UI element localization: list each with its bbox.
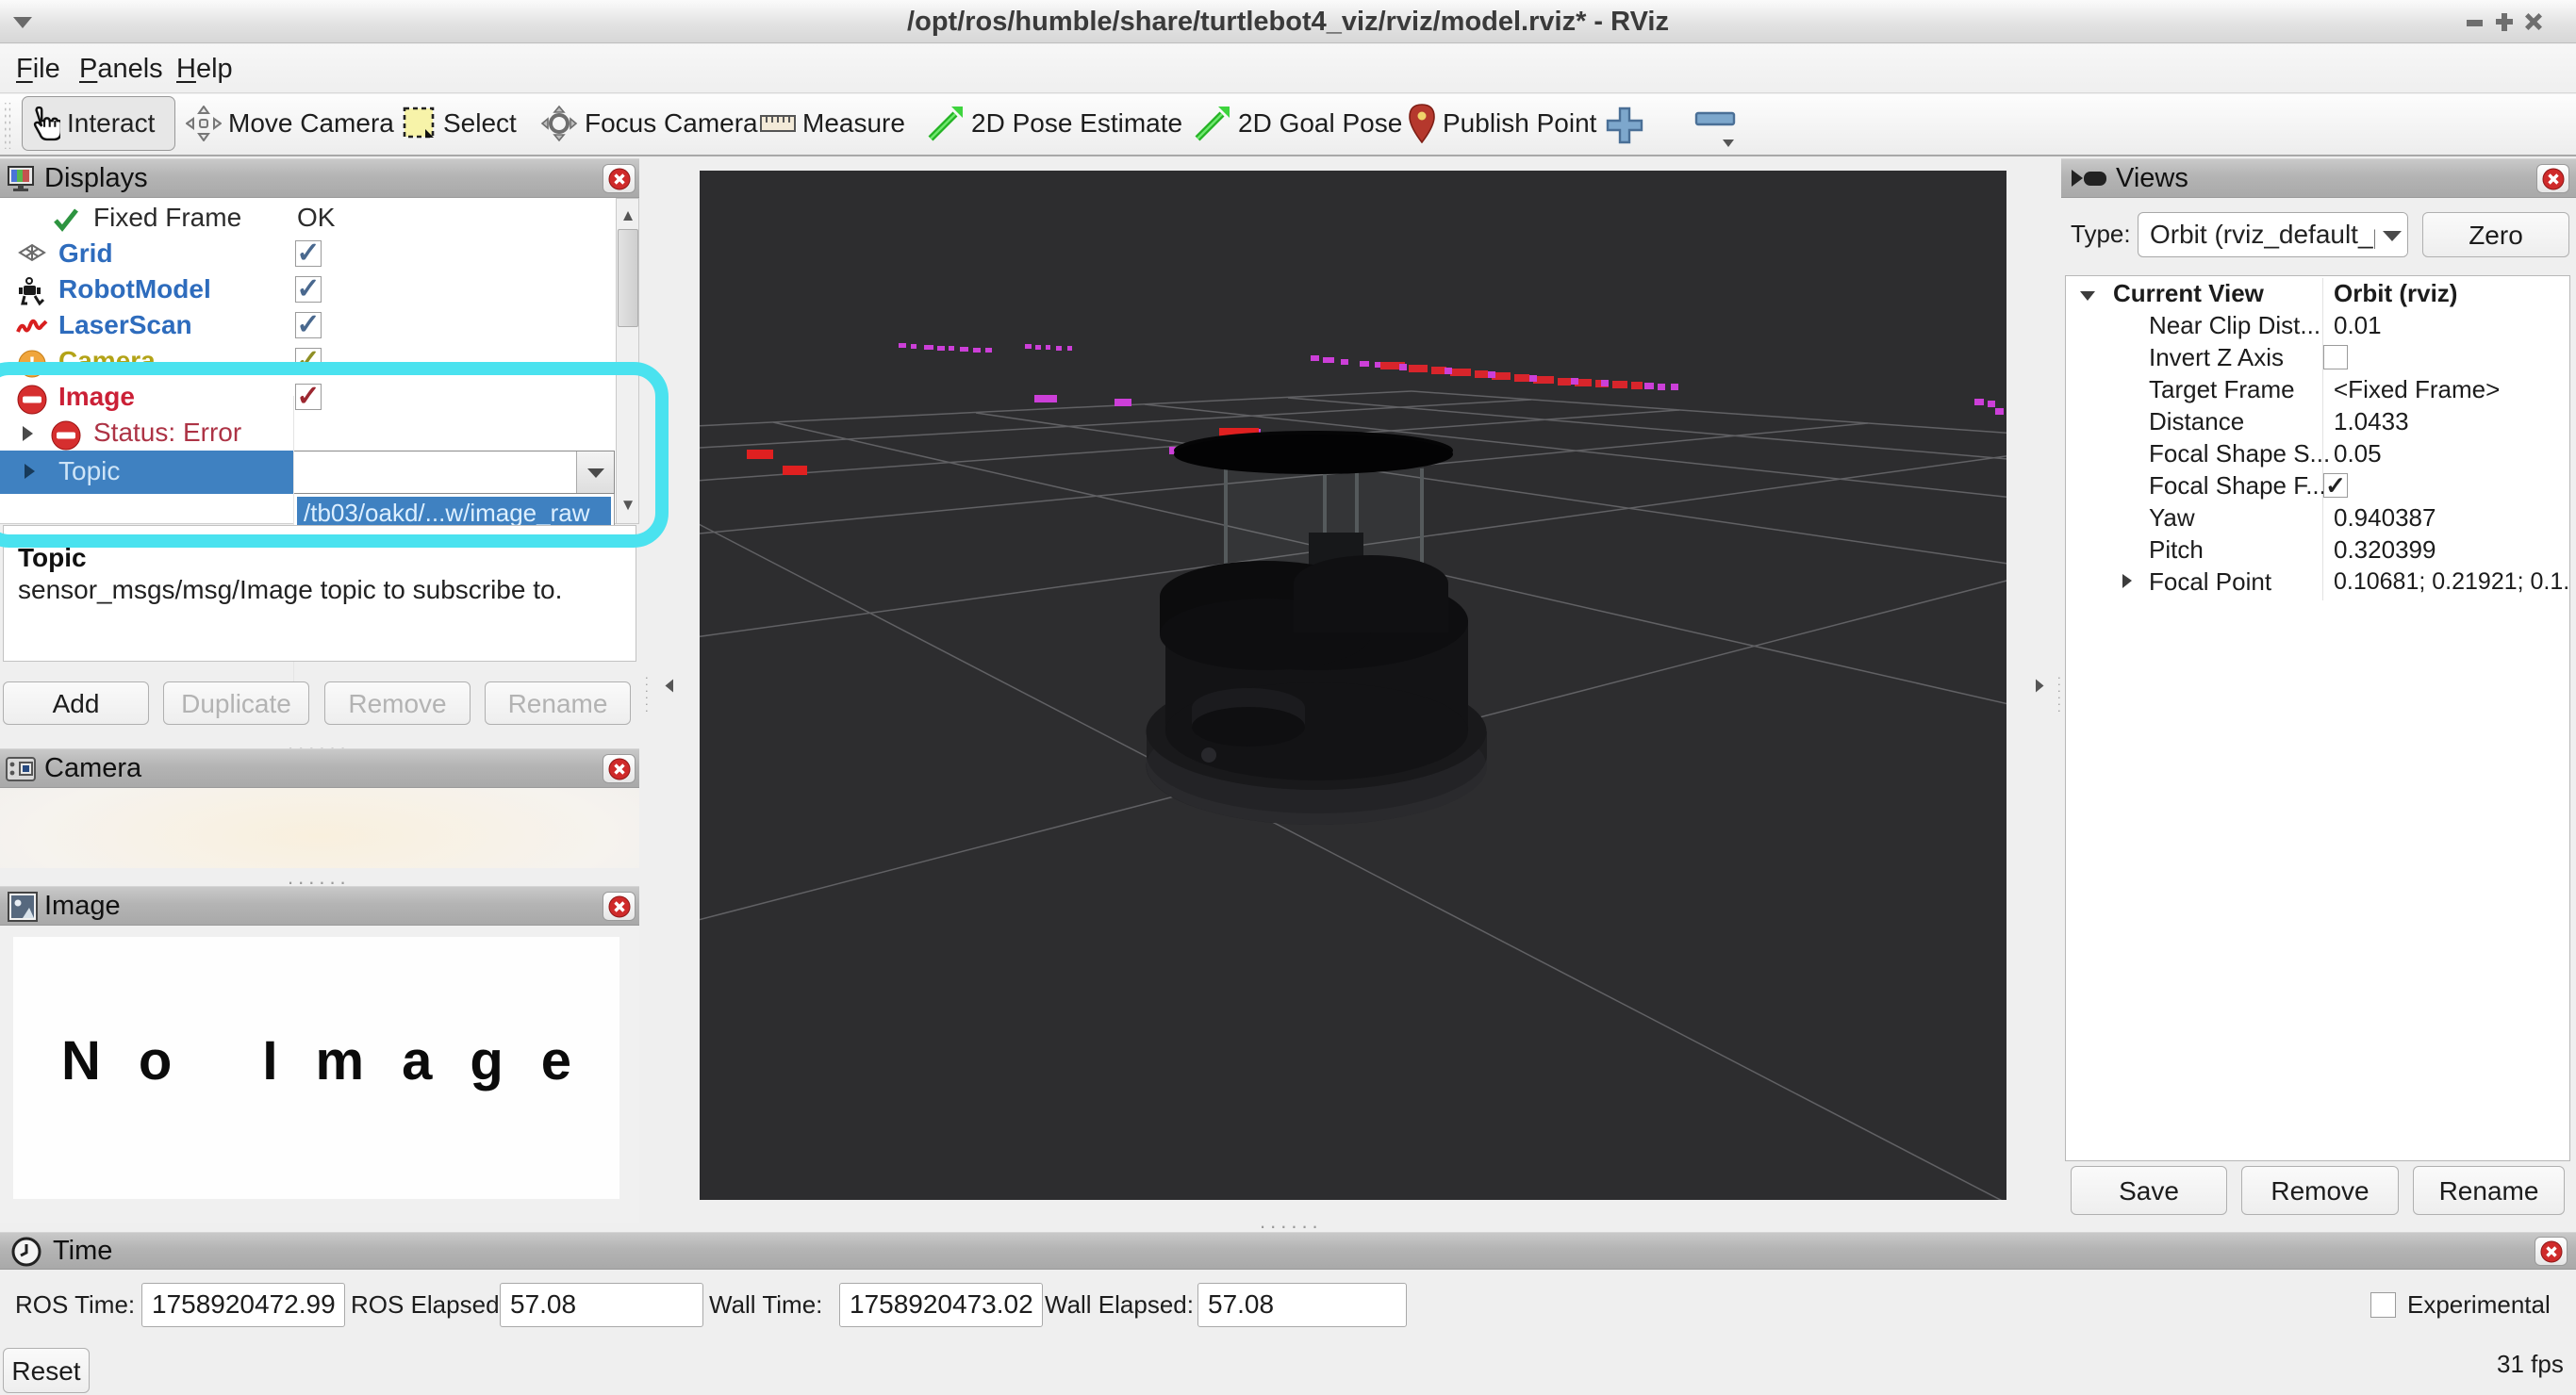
svg-text:!: !	[28, 353, 36, 378]
